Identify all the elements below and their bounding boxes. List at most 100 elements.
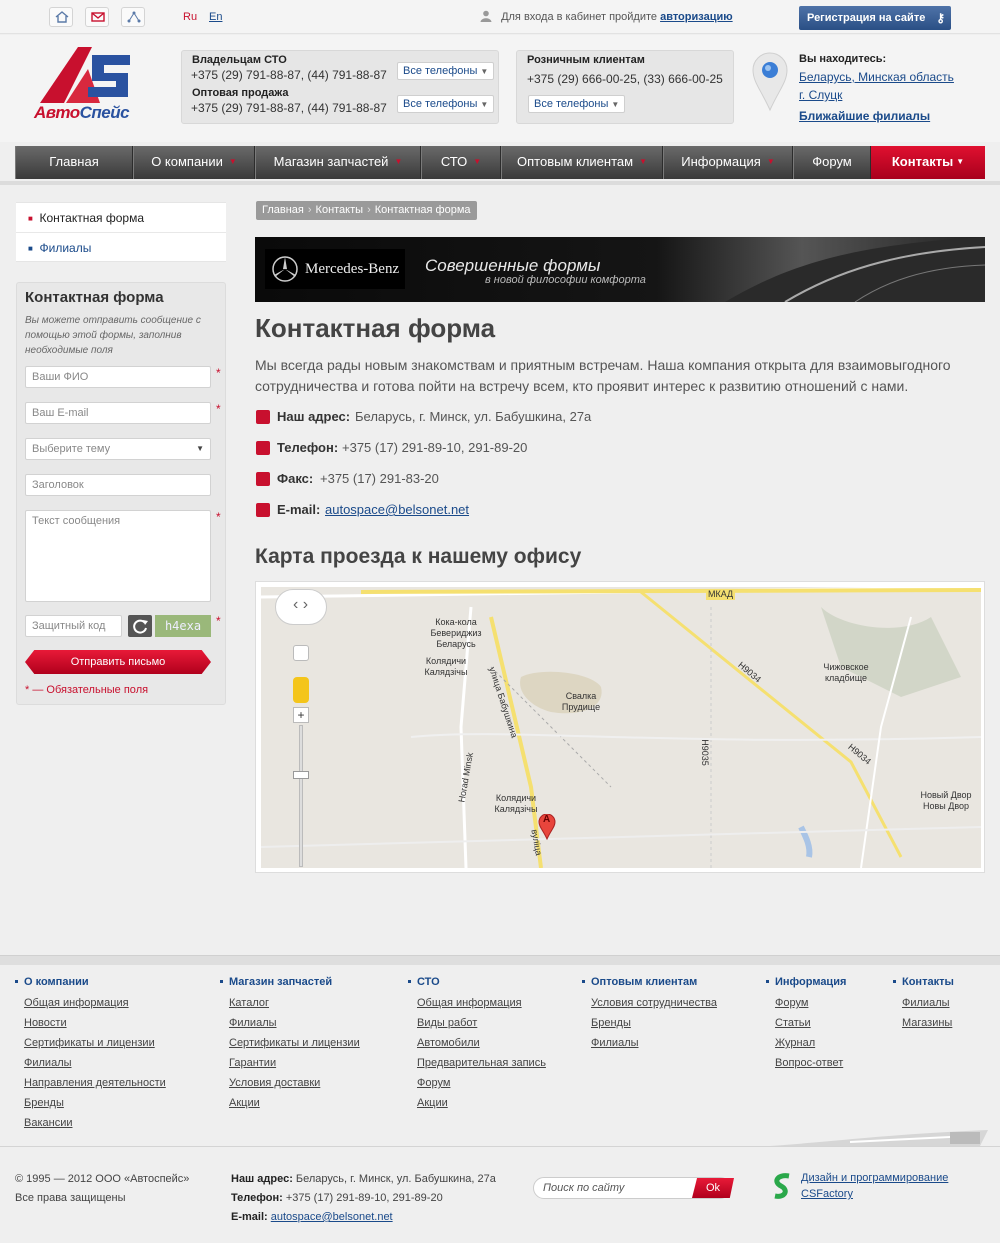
mail-icon[interactable] xyxy=(85,7,109,27)
sidebar-item-branches[interactable]: ■ Филиалы xyxy=(16,233,226,263)
footer-link[interactable]: Виды работ xyxy=(408,1013,546,1033)
map-label-coca: Кока-кола Бевериджиз Беларусь xyxy=(430,617,482,649)
map-marker-icon[interactable]: A xyxy=(538,813,556,841)
email-link[interactable]: autospace@belsonet.net xyxy=(325,502,469,517)
location-pin-icon xyxy=(751,50,789,112)
map-label-kolyadichi2: Колядичи Калядзічы xyxy=(494,793,538,814)
footer-link[interactable]: Акции xyxy=(408,1093,546,1113)
map[interactable]: ‹ › + МКАД Кока-кола Бевериджиз Беларусь… xyxy=(261,587,981,868)
nav-about[interactable]: О компании ▼ xyxy=(133,146,255,179)
required-mark: * xyxy=(216,614,221,628)
footer-link[interactable]: Журнал xyxy=(766,1033,846,1053)
footer-divider xyxy=(0,1146,1000,1147)
wholesale-all-phones-button[interactable]: Все телефоны ▼ xyxy=(397,95,495,113)
form-title: Контактная форма xyxy=(25,289,164,306)
chevron-down-icon: ▼ xyxy=(766,157,775,166)
footer-link[interactable]: Бренды xyxy=(582,1013,717,1033)
chevron-down-icon: ▼ xyxy=(611,100,620,109)
nav-info[interactable]: Информация ▼ xyxy=(663,146,793,179)
map-pan-control[interactable]: ‹ › xyxy=(275,589,327,625)
footer-link[interactable]: Бренды xyxy=(15,1093,166,1113)
register-button[interactable]: Регистрация на сайте ⚷ xyxy=(799,6,951,30)
pegman-icon[interactable] xyxy=(293,677,309,703)
retail-title: Розничным клиентам xyxy=(527,54,645,66)
chevron-down-icon: ▼ xyxy=(228,157,237,166)
name-field[interactable]: Ваши ФИО xyxy=(25,366,211,388)
zoom-slider[interactable] xyxy=(299,725,303,867)
footer-link[interactable]: Гарантии xyxy=(220,1053,360,1073)
footer-link[interactable]: Условия доставки xyxy=(220,1073,360,1093)
breadcrumb-home[interactable]: Главная xyxy=(262,204,304,216)
footer-col-sto: СТО Общая информация Виды работ Автомоби… xyxy=(408,976,546,1113)
footer-link[interactable]: Предварительная запись xyxy=(408,1053,546,1073)
subject-field[interactable]: Заголовок xyxy=(25,474,211,496)
refresh-captcha-icon[interactable] xyxy=(128,615,152,637)
footer-link[interactable]: Филиалы xyxy=(893,993,954,1013)
zoom-in-button[interactable]: + xyxy=(293,707,309,723)
zoom-handle[interactable] xyxy=(293,771,309,779)
retail-phone: +375 (29) 666-00-25, (33) 666-00-25 xyxy=(527,72,723,86)
footer-link[interactable]: Филиалы xyxy=(15,1053,166,1073)
sto-title: Владельцам СТО xyxy=(192,54,287,66)
nav-wholesale[interactable]: Оптовым клиентам ▼ xyxy=(501,146,663,179)
footer-link[interactable]: Новости xyxy=(15,1013,166,1033)
nav-contacts[interactable]: Контакты ▼ xyxy=(871,146,985,179)
footer-link[interactable]: Филиалы xyxy=(220,1013,360,1033)
home-icon[interactable] xyxy=(49,7,73,27)
fax-icon xyxy=(256,472,270,486)
search-input[interactable]: Поиск по сайту xyxy=(543,1182,624,1194)
location-city-link[interactable]: г. Слуцк xyxy=(799,88,842,102)
footer-link[interactable]: Направления деятельности xyxy=(15,1073,166,1093)
footer-link[interactable]: Филиалы xyxy=(582,1033,717,1053)
send-message-button[interactable]: Отправить письмо xyxy=(25,650,211,674)
footer-col-about: О компании Общая информация Новости Серт… xyxy=(15,976,166,1133)
footer-link[interactable]: Вопрос-ответ xyxy=(766,1053,846,1073)
map-title: Карта проезда к нашему офису xyxy=(255,545,582,568)
breadcrumb-contacts[interactable]: Контакты xyxy=(316,204,364,216)
footer-link[interactable]: Акции xyxy=(220,1093,360,1113)
footer-link[interactable]: Статьи xyxy=(766,1013,846,1033)
sto-phone: +375 (29) 791-88-87, (44) 791-88-87 xyxy=(191,68,387,82)
footer-link[interactable]: Общая информация xyxy=(15,993,166,1013)
contact-form: Контактная форма Вы можете отправить соо… xyxy=(16,282,226,705)
map-label-svalka: Свалка Прудище xyxy=(561,691,601,712)
footer-search: Поиск по сайту Ok xyxy=(533,1177,734,1199)
footer-copyright: © 1995 — 2012 ООО «Автоспейс» Все права … xyxy=(15,1173,190,1204)
map-center-icon[interactable] xyxy=(293,645,309,661)
search-ok-button[interactable]: Ok xyxy=(692,1178,734,1198)
footer-link[interactable]: Каталог xyxy=(220,993,360,1013)
retail-all-phones-button[interactable]: Все телефоны ▼ xyxy=(528,95,626,113)
footer-link[interactable]: Форум xyxy=(408,1073,546,1093)
message-textarea[interactable]: Текст сообщения xyxy=(25,510,211,602)
promo-banner[interactable]: Mercedes-Benz Совершенные формы в новой … xyxy=(255,237,985,302)
footer-link[interactable]: Автомобили xyxy=(408,1033,546,1053)
top-bar: Ru En Для входа в кабинет пройдите автор… xyxy=(0,0,1000,34)
footer-email-link[interactable]: autospace@belsonet.net xyxy=(271,1211,393,1223)
key-icon: ⚷ xyxy=(936,11,945,25)
sitemap-icon[interactable] xyxy=(121,7,145,27)
sidebar-item-contact-form[interactable]: ■ Контактная форма xyxy=(16,203,226,233)
nav-home[interactable]: Главная xyxy=(15,146,133,179)
footer-link[interactable]: Условия сотрудничества xyxy=(582,993,717,1013)
map-label-cemetery: Чижовское кладбище xyxy=(823,662,869,683)
lang-ru-link[interactable]: Ru xyxy=(183,11,197,23)
footer-link[interactable]: Общая информация xyxy=(408,993,546,1013)
topic-select[interactable]: Выберите тему ▼ xyxy=(25,438,211,460)
footer-link[interactable]: Сертификаты и лицензии xyxy=(220,1033,360,1053)
home-icon xyxy=(256,410,270,424)
sto-all-phones-button[interactable]: Все телефоны ▼ xyxy=(397,62,495,80)
nav-parts-shop[interactable]: Магазин запчастей ▼ xyxy=(255,146,421,179)
nav-sto[interactable]: СТО ▼ xyxy=(421,146,501,179)
footer-link[interactable]: Сертификаты и лицензии xyxy=(15,1033,166,1053)
csfactory-logo-icon[interactable] xyxy=(771,1172,795,1200)
footer-link[interactable]: Вакансии xyxy=(15,1113,166,1133)
lang-en-link[interactable]: En xyxy=(209,11,222,23)
footer-link[interactable]: Магазины xyxy=(893,1013,954,1033)
login-link[interactable]: авторизацию xyxy=(660,11,733,23)
captcha-input[interactable]: Защитный код xyxy=(25,615,122,637)
footer-link[interactable]: Форум xyxy=(766,993,846,1013)
nearest-branches-link[interactable]: Ближайшие филиалы xyxy=(799,109,930,123)
nav-forum[interactable]: Форум xyxy=(793,146,871,179)
location-region-link[interactable]: Беларусь, Минская область xyxy=(799,70,954,84)
email-field[interactable]: Ваш E-mail xyxy=(25,402,211,424)
